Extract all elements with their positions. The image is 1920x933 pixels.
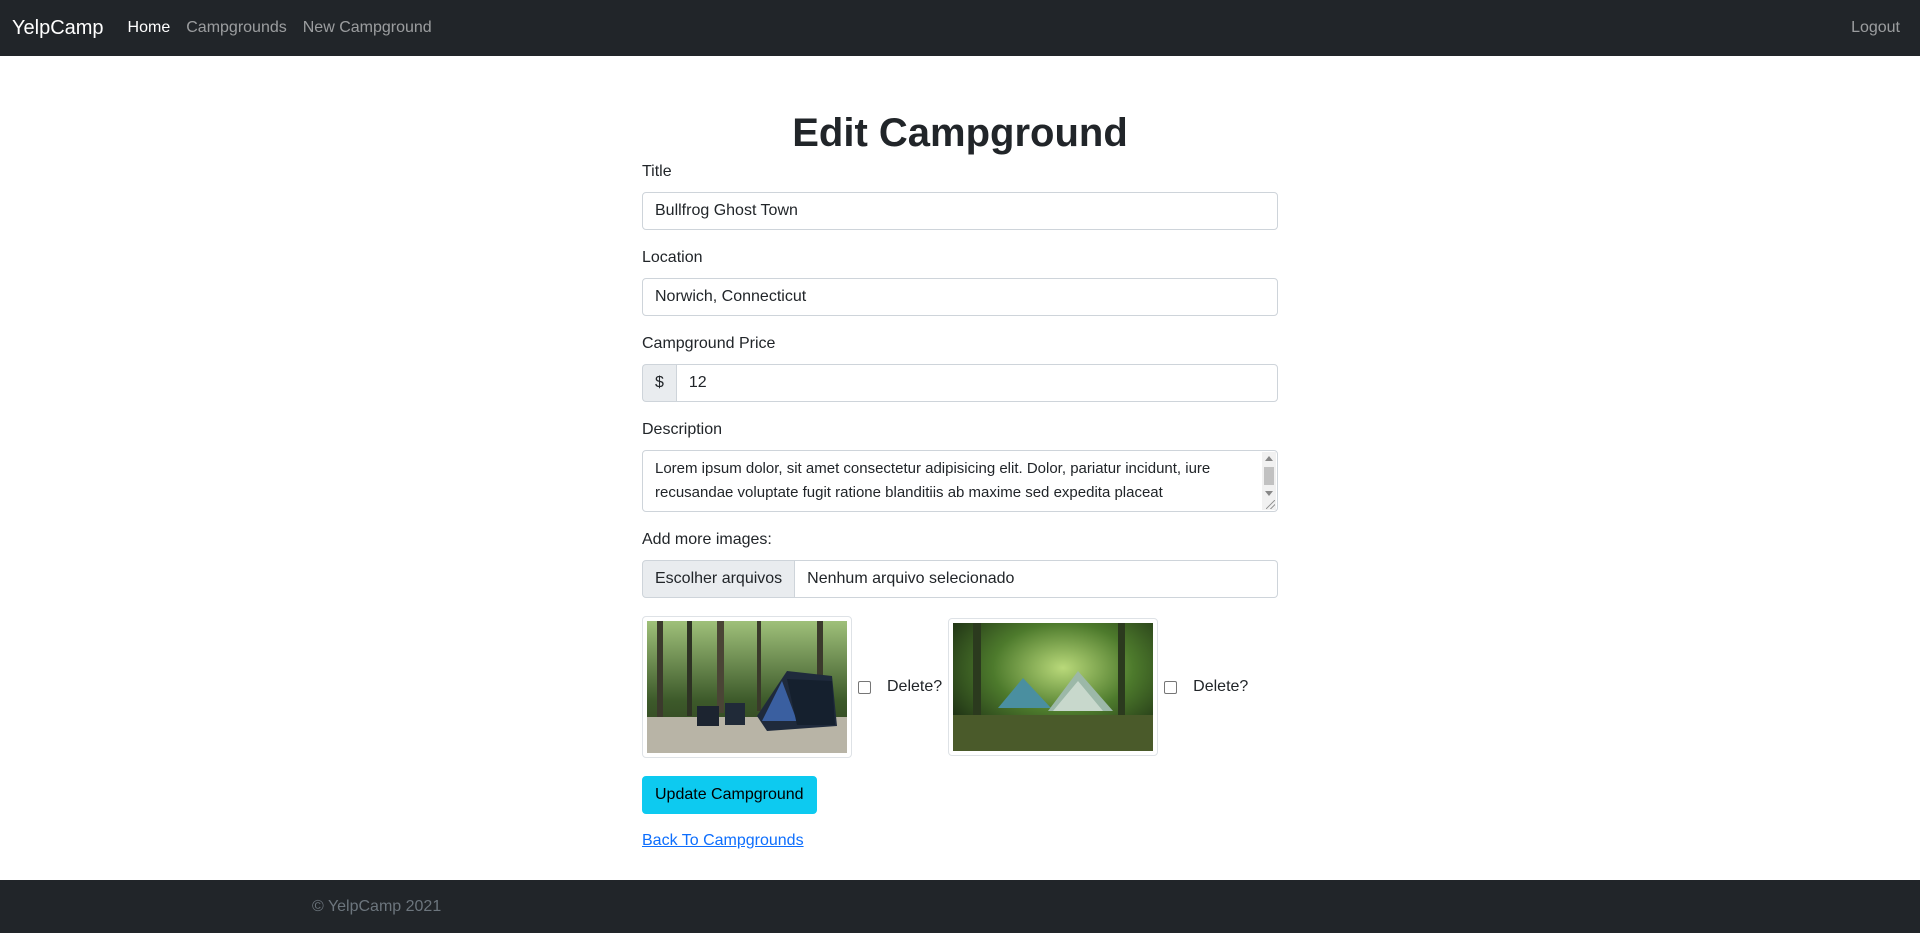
price-field: Campground Price $: [642, 332, 1278, 402]
nav-link-new-campground[interactable]: New Campground: [303, 19, 432, 37]
delete-checkbox[interactable]: [858, 680, 871, 694]
price-prefix: $: [642, 364, 676, 402]
campsite-photo-2: [953, 623, 1154, 751]
images-field: Add more images: Escolher arquivos Nenhu…: [642, 528, 1278, 598]
description-label: Description: [642, 421, 723, 438]
file-status: Nenhum arquivo selecionado: [795, 560, 1278, 598]
navbar: YelpCamp Home Campgrounds New Campground…: [0, 0, 1920, 56]
image-thumbnail: [642, 616, 852, 758]
edit-form: Edit Campground Title Location Campgroun…: [642, 56, 1278, 850]
location-field: Location: [642, 246, 1278, 316]
price-input[interactable]: [675, 364, 1278, 402]
update-campground-button[interactable]: Update Campground: [642, 776, 817, 814]
nav-link-campgrounds[interactable]: Campgrounds: [186, 19, 287, 37]
title-field: Title: [642, 160, 1278, 230]
location-input[interactable]: [642, 278, 1278, 316]
nav-right: Logout: [1851, 19, 1908, 37]
footer: © YelpCamp 2021: [0, 880, 1920, 933]
existing-images: Delete? Delete?: [642, 616, 1278, 758]
title-input[interactable]: [642, 192, 1278, 230]
price-label: Campground Price: [642, 335, 776, 352]
back-to-campgrounds-link[interactable]: Back To Campgrounds: [642, 832, 1278, 850]
page: YelpCamp Home Campgrounds New Campground…: [0, 0, 1920, 933]
campsite-photo-1: [647, 621, 847, 753]
price-input-group: $: [642, 364, 1278, 402]
scroll-down-arrow-icon[interactable]: [1265, 491, 1273, 496]
brand-link[interactable]: YelpCamp: [12, 17, 104, 40]
page-title: Edit Campground: [792, 111, 1128, 155]
title-label: Title: [642, 163, 672, 180]
delete-checkbox[interactable]: [1164, 680, 1178, 694]
delete-label: Delete?: [1193, 678, 1249, 695]
scroll-thumb[interactable]: [1264, 467, 1274, 485]
choose-files-button[interactable]: Escolher arquivos: [642, 560, 796, 598]
file-input-group[interactable]: Escolher arquivos Nenhum arquivo selecio…: [642, 560, 1278, 598]
resize-grip-icon[interactable]: [1266, 500, 1275, 509]
scroll-up-arrow-icon[interactable]: [1265, 456, 1273, 461]
logout-link[interactable]: Logout: [1851, 19, 1900, 36]
description-field: Description Lorem ipsum dolor, sit amet …: [642, 418, 1278, 512]
images-label: Add more images:: [642, 531, 772, 548]
description-textarea[interactable]: Lorem ipsum dolor, sit amet consectetur …: [642, 450, 1278, 512]
footer-copyright: © YelpCamp 2021: [312, 898, 442, 915]
description-wrap: Lorem ipsum dolor, sit amet consectetur …: [642, 450, 1278, 512]
image-thumbnail: [948, 618, 1159, 756]
delete-label: Delete?: [887, 678, 943, 695]
location-label: Location: [642, 249, 703, 266]
nav-link-home[interactable]: Home: [128, 19, 171, 37]
